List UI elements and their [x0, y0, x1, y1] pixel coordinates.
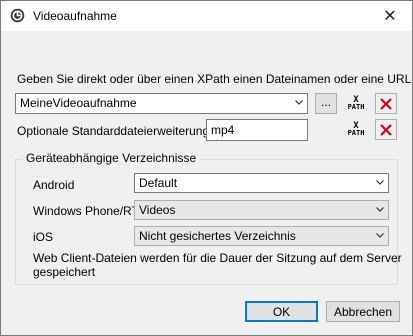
group-title: Geräteabhängige Verzeichnisse [23, 151, 200, 165]
xpath-icon-bottom: PATH [347, 102, 365, 111]
filename-combobox[interactable]: MeineVideoaufnahme [15, 93, 308, 114]
browse-button[interactable]: ... [315, 93, 337, 114]
browse-label: ... [320, 94, 331, 109]
window-title: Videoaufnahme [33, 9, 117, 23]
xpath-icon-bottom: PATH [347, 128, 365, 137]
ok-label: OK [272, 304, 291, 319]
dialog-window: Videoaufnahme ✕ Geben Sie direkt oder üb… [0, 0, 413, 336]
chevron-down-icon [376, 233, 384, 238]
title-bar: Videoaufnahme ✕ [1, 1, 412, 31]
chevron-down-icon [295, 100, 303, 105]
cancel-label: Abbrechen [333, 304, 393, 319]
chevron-down-icon [376, 180, 384, 185]
extension-xpath-button[interactable]: X PATH [345, 119, 367, 140]
ios-value: Nicht gesichertes Verzeichnis [139, 229, 296, 243]
filename-delete-button[interactable] [375, 93, 397, 114]
server-note-line2: gespeichert [33, 265, 96, 279]
close-icon[interactable]: ✕ [368, 1, 412, 31]
xpath-icon: X PATH [345, 93, 367, 114]
app-icon [10, 8, 25, 23]
xpath-icon: X PATH [345, 119, 367, 140]
filename-xpath-button[interactable]: X PATH [345, 93, 367, 114]
winphone-value: Videos [139, 203, 176, 217]
extension-input[interactable]: mp4 [206, 119, 308, 141]
extension-label: Optionale Standarddateierweiterung [17, 124, 210, 138]
delete-icon [380, 97, 392, 110]
server-note-line1: Web Client-Dateien werden für die Dauer … [33, 251, 402, 265]
ios-select[interactable]: Nicht gesichertes Verzeichnis [134, 226, 389, 246]
cancel-button[interactable]: Abbrechen [326, 301, 400, 322]
extension-value: mp4 [211, 123, 235, 137]
android-select[interactable]: Default [134, 173, 389, 193]
instructions-text: Geben Sie direkt oder über einen XPath e… [17, 72, 413, 86]
ok-button[interactable]: OK [245, 301, 318, 322]
winphone-select[interactable]: Videos [134, 200, 389, 220]
extension-delete-button[interactable] [375, 119, 397, 140]
android-value: Default [139, 176, 178, 190]
delete-icon [380, 123, 392, 136]
android-label: Android [33, 178, 75, 192]
filename-value: MeineVideoaufnahme [20, 96, 137, 110]
ios-label: iOS [33, 230, 54, 244]
winphone-label: Windows Phone/RT [33, 204, 139, 218]
chevron-down-icon [376, 207, 384, 212]
